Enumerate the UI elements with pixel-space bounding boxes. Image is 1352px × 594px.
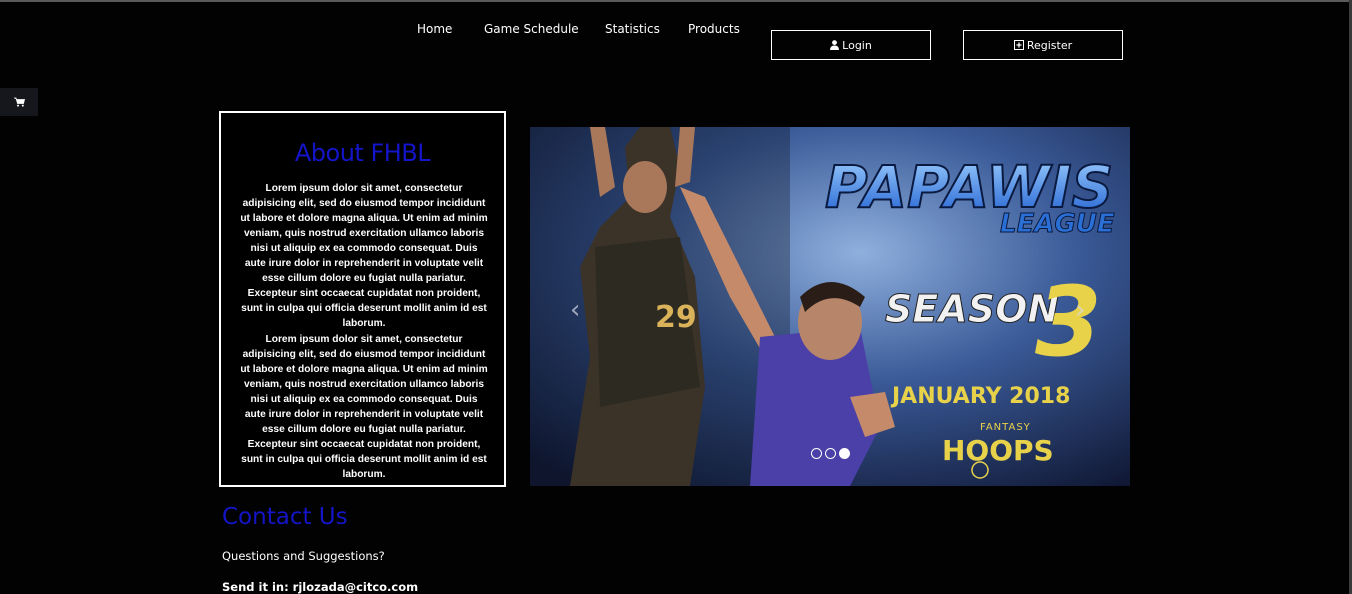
slide-image: 29 PAPAWIS LEAGUE SEASON 3 JANUARY 2018 … [530, 127, 1130, 486]
carousel-prev-icon[interactable]: ‹ [570, 295, 580, 325]
slide-brand-subtitle: LEAGUE [1000, 209, 1115, 239]
login-label: Login [842, 38, 872, 52]
carousel-indicators [811, 448, 850, 459]
slide-season-text: SEASON [885, 287, 1059, 331]
contact-question: Questions and Suggestions? [222, 549, 385, 563]
about-title: About FHBL [294, 139, 431, 167]
slide-sponsor-top: FANTASY [980, 422, 1031, 433]
shopping-cart-icon [13, 97, 25, 107]
about-panel: About FHBL Lorem ipsum dolor sit amet, c… [219, 111, 506, 487]
slide-date-text: JANUARY 2018 [890, 384, 1070, 409]
contact-title: Contact Us [222, 504, 348, 530]
nav-item-statistics[interactable]: Statistics [605, 22, 660, 36]
about-paragraph: Lorem ipsum dolor sit amet, consectetur … [240, 334, 488, 480]
contact-email: Send it in: rjlozada@citco.com [222, 580, 419, 594]
register-button[interactable]: Register [963, 30, 1123, 60]
register-label: Register [1026, 38, 1073, 52]
slide-jersey-number: 29 [655, 300, 697, 335]
plus-square-icon [1013, 40, 1024, 50]
nav-item-game-schedule[interactable]: Game Schedule [484, 22, 579, 36]
carousel-indicator-active[interactable] [839, 448, 850, 459]
slide-sponsor-main: HOOPS [942, 434, 1054, 467]
login-button[interactable]: Login [771, 30, 931, 60]
slide-season-number: 3 [1035, 266, 1102, 378]
main-nav: Home Game Schedule Statistics Products [0, 22, 1352, 42]
user-icon [830, 40, 840, 50]
about-paragraph: Lorem ipsum dolor sit amet, consectetur … [240, 183, 488, 329]
nav-item-products[interactable]: Products [688, 22, 740, 36]
nav-item-home[interactable]: Home [417, 22, 452, 36]
carousel-next-icon[interactable]: › [1075, 295, 1085, 325]
image-carousel[interactable]: 29 PAPAWIS LEAGUE SEASON 3 JANUARY 2018 … [530, 127, 1130, 486]
carousel-indicator[interactable] [811, 448, 822, 459]
top-border [0, 0, 1352, 2]
carousel-indicator[interactable] [825, 448, 836, 459]
cart-button[interactable] [0, 88, 38, 116]
